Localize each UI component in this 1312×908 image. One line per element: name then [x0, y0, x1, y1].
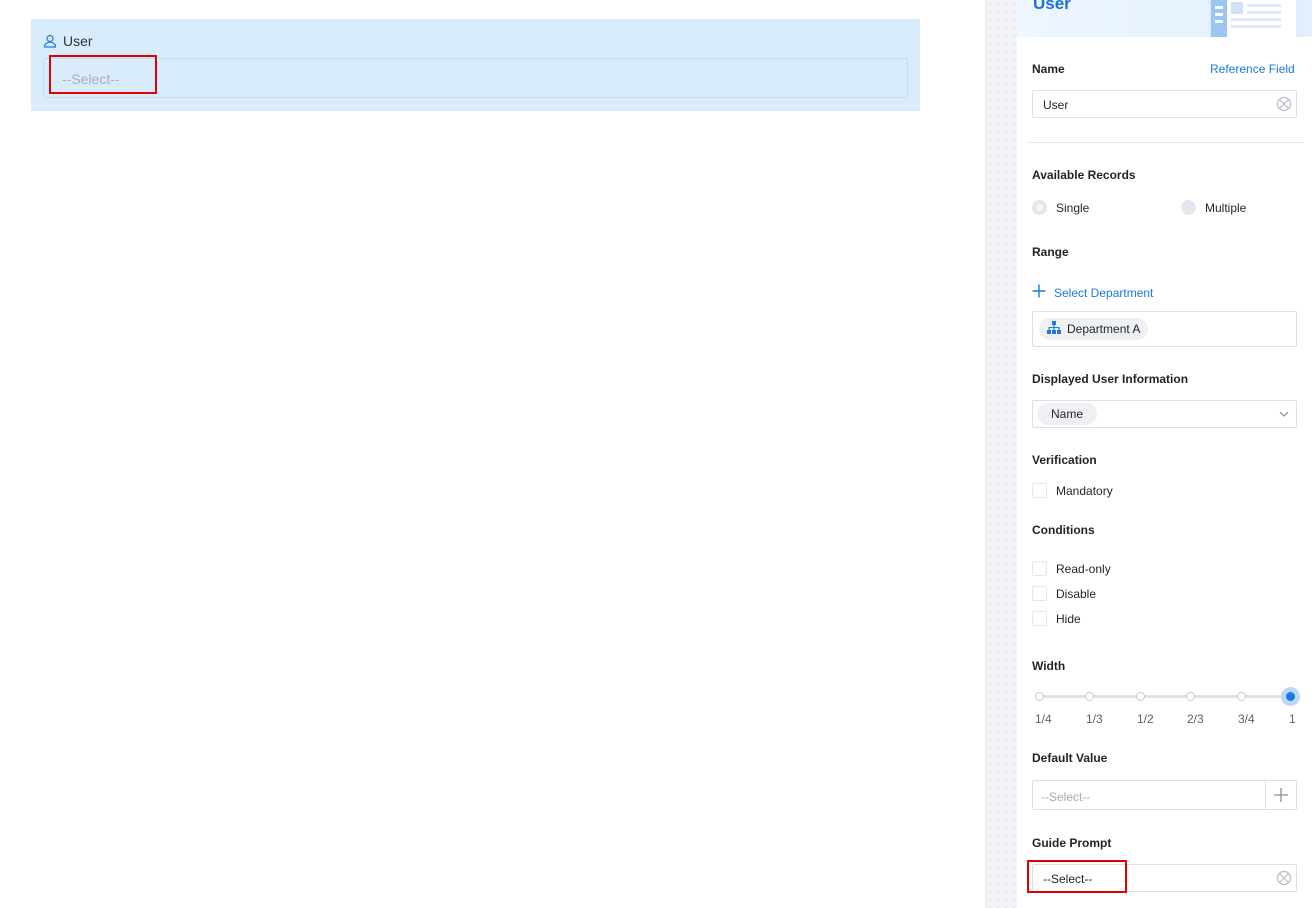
width-slider-stop[interactable] — [1136, 692, 1145, 701]
displayed-info-title: Displayed User Information — [1032, 372, 1189, 386]
displayed-info-select[interactable]: Name — [1032, 400, 1297, 428]
hide-checkbox-box — [1032, 611, 1047, 626]
disable-checkbox[interactable]: Disable — [1032, 586, 1096, 601]
plus-icon — [1032, 284, 1046, 301]
mandatory-checkbox[interactable]: Mandatory — [1032, 483, 1113, 498]
properties-panel: User Name Reference Field User Available… — [1017, 0, 1312, 908]
chevron-down-icon[interactable] — [1278, 408, 1290, 423]
width-slider-stop[interactable] — [1186, 692, 1195, 701]
user-field-block[interactable]: User --Select-- — [31, 19, 920, 111]
disable-checkbox-box — [1032, 586, 1047, 601]
width-slider-thumb[interactable] — [1281, 687, 1300, 706]
width-tick-label: 1/4 — [1035, 712, 1052, 726]
panel-header: User — [1017, 0, 1312, 37]
width-title: Width — [1032, 659, 1066, 673]
width-slider-stop[interactable] — [1085, 692, 1094, 701]
available-records-title: Available Records — [1032, 168, 1136, 182]
radio-single-label: Single — [1056, 200, 1090, 215]
panel-title: User — [1033, 0, 1071, 13]
radio-multiple-label: Multiple — [1205, 200, 1247, 215]
range-title: Range — [1032, 245, 1069, 259]
displayed-info-tag-label: Name — [1051, 407, 1084, 421]
clear-icon[interactable] — [1276, 96, 1292, 112]
conditions-title: Conditions — [1032, 523, 1095, 537]
mandatory-label: Mandatory — [1056, 483, 1113, 498]
width-tick-label: 2/3 — [1187, 712, 1204, 726]
name-input[interactable]: User — [1032, 90, 1297, 118]
read-only-checkbox[interactable]: Read-only — [1032, 561, 1111, 576]
mandatory-checkbox-box — [1032, 483, 1047, 498]
width-tick-label: 1/3 — [1086, 712, 1103, 726]
read-only-checkbox-box — [1032, 561, 1047, 576]
disable-label: Disable — [1056, 586, 1097, 601]
radio-multiple-dot — [1181, 200, 1196, 215]
panel-divider[interactable] — [985, 0, 1017, 908]
select-department-label: Select Department — [1054, 285, 1154, 300]
width-tick-label: 3/4 — [1238, 712, 1255, 726]
user-field-label: User — [63, 33, 93, 49]
highlight-box-canvas-select — [49, 55, 157, 94]
displayed-info-tag: Name — [1037, 403, 1098, 425]
plus-icon — [1274, 788, 1288, 802]
select-department-button[interactable]: Select Department — [1032, 284, 1153, 301]
user-icon — [43, 34, 57, 48]
width-tick-label: 1 — [1289, 712, 1296, 726]
highlight-box-guide-prompt — [1027, 860, 1127, 893]
department-tag-label: Department A — [1067, 322, 1141, 336]
hide-checkbox[interactable]: Hide — [1032, 611, 1081, 626]
hide-label: Hide — [1056, 611, 1081, 626]
radio-single-dot — [1032, 200, 1047, 215]
radio-single[interactable]: Single — [1032, 200, 1089, 215]
default-value-title: Default Value — [1032, 751, 1108, 765]
width-tick-label: 1/2 — [1137, 712, 1154, 726]
org-chart-icon — [1047, 321, 1061, 337]
form-illustration-icon — [1207, 0, 1312, 37]
form-canvas: User --Select-- — [0, 0, 985, 908]
radio-multiple[interactable]: Multiple — [1181, 200, 1246, 215]
name-section-title: Name — [1032, 62, 1065, 76]
user-select-input[interactable]: --Select-- — [43, 58, 908, 98]
section-divider — [1027, 142, 1303, 143]
name-input-value: User — [1043, 98, 1069, 112]
width-slider-stop[interactable] — [1237, 692, 1246, 701]
user-field-label-row: User — [43, 33, 93, 49]
reference-field-link[interactable]: Reference Field — [1210, 62, 1295, 76]
default-value-placeholder: --Select-- — [1041, 790, 1091, 804]
width-slider-track[interactable] — [1039, 695, 1290, 698]
department-list[interactable]: Department A — [1032, 311, 1297, 347]
read-only-label: Read-only — [1056, 561, 1111, 576]
department-tag[interactable]: Department A — [1039, 318, 1149, 340]
width-slider-stop[interactable] — [1035, 692, 1044, 701]
clear-icon[interactable] — [1276, 870, 1292, 886]
verification-title: Verification — [1032, 453, 1097, 467]
default-value-input[interactable]: --Select-- — [1032, 780, 1297, 810]
guide-prompt-title: Guide Prompt — [1032, 836, 1112, 850]
add-default-value-button[interactable] — [1265, 781, 1296, 809]
